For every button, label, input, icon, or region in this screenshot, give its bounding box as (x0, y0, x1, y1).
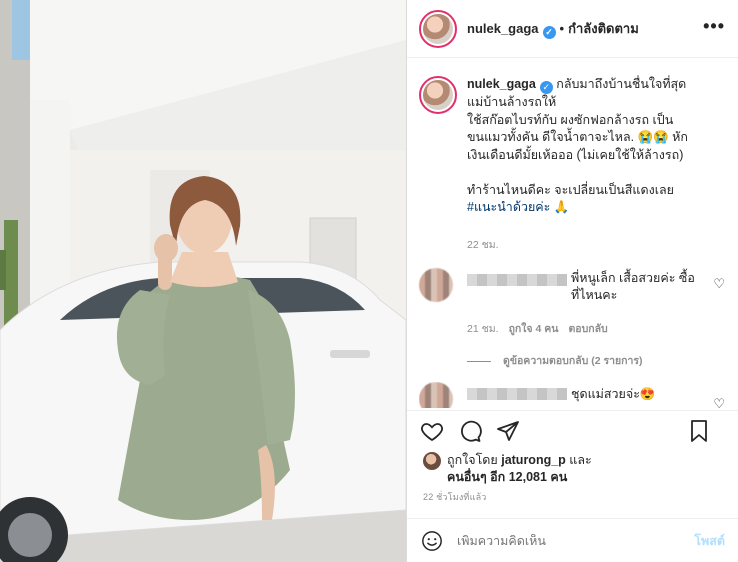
comment-like-heart-icon[interactable]: ♡ (713, 276, 725, 292)
post-panel: nulek_gaga ✓ • กำลังติดตาม ••• nulek_gaga ✓ … (406, 0, 738, 562)
comment-input[interactable] (457, 533, 695, 548)
verified-badge-icon: ✓ (542, 26, 556, 39)
post-date[interactable]: 22 ชั่วโมงที่แล้ว (423, 490, 487, 504)
liker-username[interactable]: jaturong_p (501, 453, 566, 467)
caption-username[interactable]: nulek_gaga (467, 77, 536, 91)
post-caption: nulek_gaga ✓ กลับมาถึงบ้านชื่นใจที่สุด แม… (419, 76, 729, 217)
commenter-avatar[interactable] (419, 382, 453, 408)
author-username[interactable]: nulek_gaga (467, 21, 539, 36)
liked-by: ถูกใจโดย jaturong_p และ คนอื่นๆ อีก 12,0… (423, 452, 592, 486)
caption-hashtag[interactable]: #แนะนำด้วยค่ะ (467, 200, 550, 214)
share-icon[interactable] (495, 419, 521, 443)
caption-avatar[interactable] (419, 76, 457, 114)
likes-count[interactable]: คนอื่นๆ อีก 12,081 คน (447, 470, 567, 484)
post-image (0, 0, 406, 562)
comment-text: ชุดแม่สวยจ่ะ😍 (571, 387, 656, 401)
post-comment-button[interactable]: โพสต์ (694, 531, 725, 551)
emoji-icon[interactable] (421, 530, 443, 552)
view-replies-button[interactable]: ดูข้อความตอบกลับ (2 รายการ) (467, 352, 643, 369)
author-avatar[interactable] (419, 9, 457, 48)
comment-item: พี่หนูเล็ก เสื้อสวยค่ะ ซื้อที่ไหนคะ ♡ 21… (419, 268, 729, 338)
following-button[interactable]: กำลังติดตาม (568, 21, 639, 36)
comment-reply-button[interactable]: ตอบกลับ (568, 323, 607, 335)
action-bar (407, 410, 738, 450)
comment-likes[interactable]: ถูกใจ 4 คน (509, 323, 559, 335)
comment-text: พี่หนูเล็ก เสื้อสวยค่ะ ซื้อที่ไหนคะ (571, 271, 695, 302)
comment-meta: 21 ชม. ถูกใจ 4 คน ตอบกลับ (467, 320, 618, 337)
caption-text: nulek_gaga ✓ กลับมาถึงบ้านชื่นใจที่สุด แม… (467, 77, 688, 214)
add-comment-bar: โพสต์ (407, 518, 738, 562)
caption-time: 22 ชม. (467, 239, 499, 251)
comment-like-heart-icon[interactable]: ♡ (713, 396, 725, 408)
blurred-username (467, 274, 567, 286)
comment-icon[interactable] (457, 419, 483, 443)
bookmark-icon[interactable] (687, 419, 711, 443)
blurred-username (467, 388, 567, 400)
comment-item: ชุดแม่สวยจ่ะ😍 ♡ (419, 382, 729, 408)
liker-avatar[interactable] (423, 452, 441, 470)
comment-time: 21 ชม. (467, 323, 499, 335)
more-options-icon[interactable]: ••• (703, 16, 725, 37)
post-header: nulek_gaga ✓ • กำลังติดตาม ••• (407, 0, 738, 58)
commenter-avatar[interactable] (419, 268, 453, 302)
heart-icon[interactable] (419, 419, 445, 443)
verified-badge-icon: ✓ (539, 81, 553, 94)
